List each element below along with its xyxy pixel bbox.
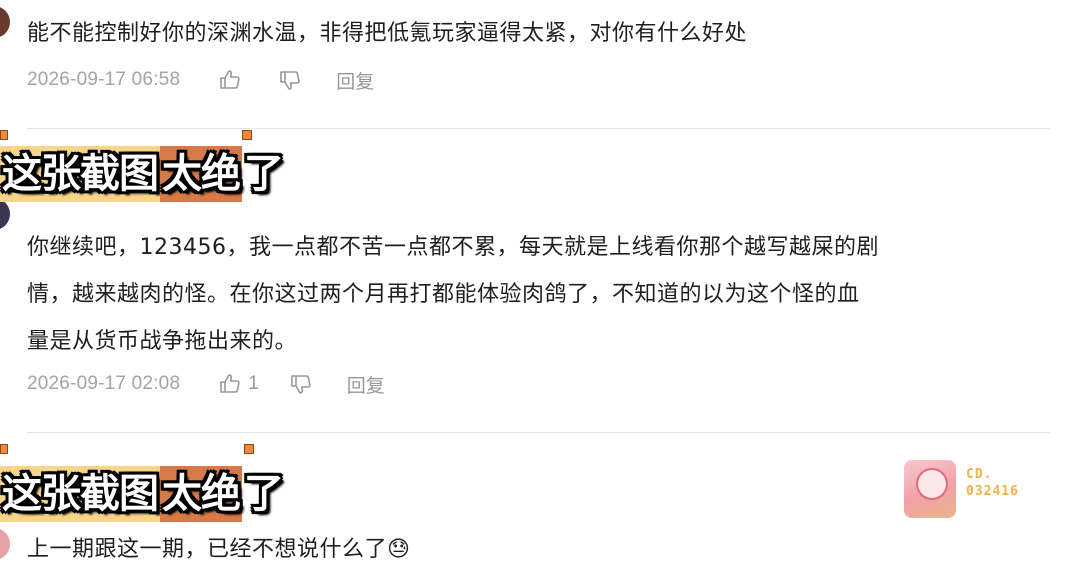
sweat-emoji-icon: 😓 xyxy=(387,537,411,562)
thumbs-up-icon xyxy=(220,70,240,89)
comment-time: 2026-09-17 02:08 xyxy=(27,373,181,394)
divider xyxy=(27,128,1050,129)
caption-text: 这张截图 xyxy=(2,471,159,517)
reply-button[interactable]: 回复 xyxy=(347,371,385,398)
caption-text: 太绝 xyxy=(162,471,241,517)
resize-handle[interactable] xyxy=(244,444,254,454)
badge-line: CD. xyxy=(966,467,993,482)
divider xyxy=(27,432,1050,433)
like-button[interactable] xyxy=(218,68,248,92)
caption-text: 这张截图 xyxy=(2,151,159,197)
badge-label: CD. 032416 xyxy=(966,466,1019,500)
fan-badge[interactable]: CD. 032416 xyxy=(904,460,1044,518)
caption-text: 了 xyxy=(244,151,284,197)
caption-tail: 了 xyxy=(242,146,285,202)
comment-content: 上一期跟这一期，已经不想说什么了😓 xyxy=(27,530,410,570)
dislike-button[interactable] xyxy=(289,372,313,396)
thumbs-up-icon xyxy=(220,374,240,393)
avatar[interactable] xyxy=(0,6,10,38)
comment-meta: 2026-09-17 06:58 回复 xyxy=(27,66,374,94)
comment-time: 2026-09-17 06:58 xyxy=(27,69,181,90)
like-count: 1 xyxy=(248,373,259,394)
thumbs-down-icon xyxy=(290,375,311,394)
resize-handle[interactable] xyxy=(242,130,252,140)
caption-accent: 太绝 xyxy=(160,146,242,202)
comment-content: 能不能控制好你的深渊水温，非得把低氪玩家逼得太紧，对你有什么好处 xyxy=(27,21,748,46)
comment-meta: 2026-09-17 02:08 1 回复 xyxy=(27,370,385,398)
comment-text: 上一期跟这一期，已经不想说什么了 xyxy=(27,537,388,562)
caption-tail: 了 xyxy=(242,466,285,522)
avatar[interactable] xyxy=(0,528,10,560)
comment-line: 你继续吧，123456，我一点都不苦一点都不累，每天就是上线看你那个越写越屎的剧 xyxy=(27,235,879,260)
like-button[interactable]: 1 xyxy=(218,372,259,396)
caption-text: 了 xyxy=(244,471,284,517)
badge-image xyxy=(904,460,956,518)
thumbs-down-icon xyxy=(280,71,300,90)
resize-handle[interactable] xyxy=(0,444,8,454)
comment-line: 情，越来越肉的怪。在你这过两个月再打都能体验肉鸽了，不知道的以为这个怪的血 xyxy=(27,282,860,307)
caption-highlight: 这张截图 xyxy=(0,466,160,522)
caption-text: 太绝 xyxy=(162,151,241,197)
resize-handle[interactable] xyxy=(0,130,8,140)
caption-highlight: 这张截图 xyxy=(0,146,160,202)
comment-line: 量是从货币战争拖出来的。 xyxy=(27,329,298,354)
caption-overlay: 这张截图 太绝 了 xyxy=(0,146,285,202)
comment-content: 你继续吧，123456，我一点都不苦一点都不累，每天就是上线看你那个越写越屎的剧… xyxy=(27,228,879,362)
badge-line: 032416 xyxy=(966,484,1019,499)
caption-accent: 太绝 xyxy=(160,466,242,522)
avatar[interactable] xyxy=(0,198,10,230)
reply-button[interactable]: 回复 xyxy=(336,67,374,94)
caption-overlay: 这张截图 太绝 了 xyxy=(0,466,285,522)
dislike-button[interactable] xyxy=(278,68,302,92)
